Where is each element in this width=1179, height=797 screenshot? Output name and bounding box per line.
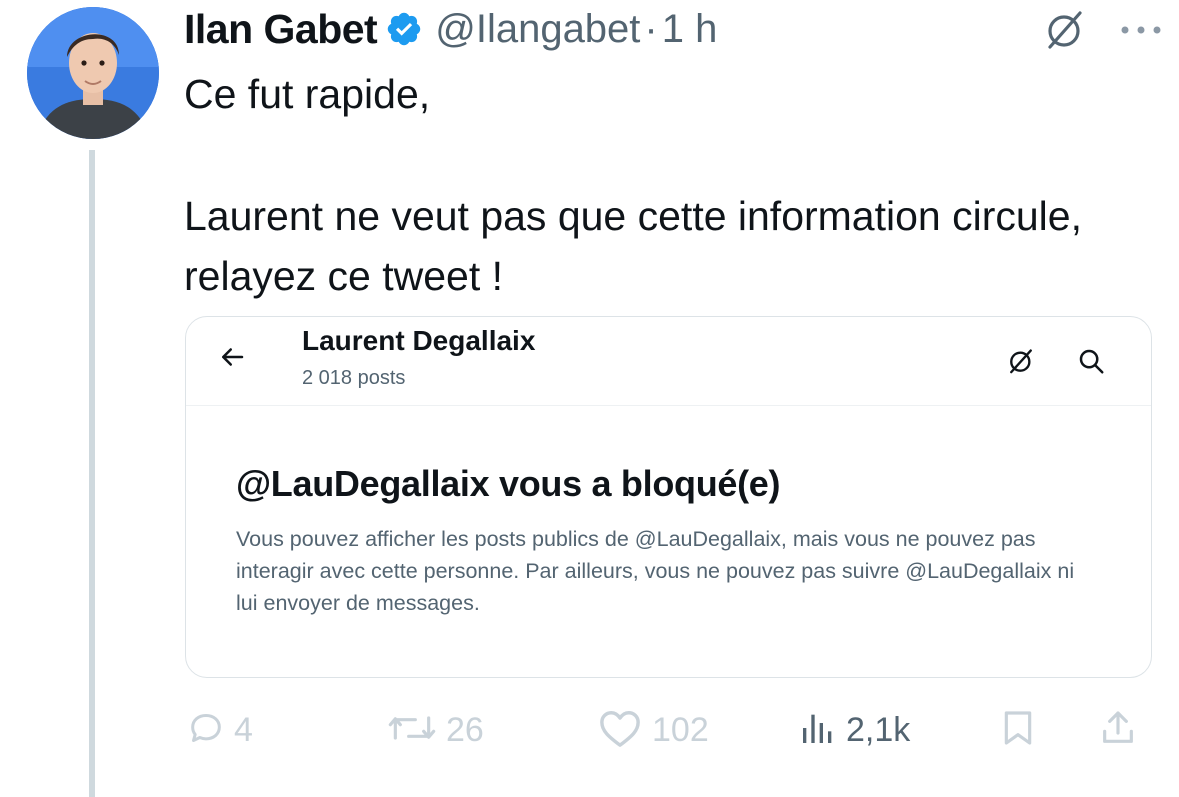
search-icon bbox=[1071, 341, 1111, 381]
retweet-button[interactable]: 26 bbox=[386, 700, 484, 760]
more-icon[interactable] bbox=[1117, 15, 1165, 45]
retweet-count: 26 bbox=[446, 710, 484, 749]
tweet-header: Ilan Gabet @Ilangabet · 1 h bbox=[184, 4, 717, 54]
reply-count: 4 bbox=[234, 710, 253, 749]
tweet-text: Ce fut rapide, Laurent ne veut pas que c… bbox=[184, 64, 1144, 306]
bookmark-button[interactable] bbox=[998, 700, 1038, 760]
retweet-icon bbox=[386, 708, 438, 753]
back-arrow-icon bbox=[214, 339, 250, 375]
embedded-profile-name: Laurent Degallaix bbox=[302, 325, 536, 356]
views-icon bbox=[798, 708, 838, 753]
author-name[interactable]: Ilan Gabet bbox=[184, 6, 378, 53]
share-icon bbox=[1098, 708, 1138, 753]
grok-icon bbox=[1001, 341, 1041, 381]
avatar-photo bbox=[27, 7, 159, 139]
reply-button[interactable]: 4 bbox=[186, 700, 253, 760]
author-avatar[interactable] bbox=[27, 7, 159, 139]
views-count: 2,1k bbox=[846, 710, 911, 749]
time-separator: · bbox=[644, 6, 658, 51]
embedded-image[interactable]: Laurent Degallaix 2 018 posts @LauDegall… bbox=[185, 316, 1152, 678]
like-button[interactable]: 102 bbox=[596, 700, 709, 760]
blocked-title: @LauDegallaix vous a bloqué(e) bbox=[236, 463, 781, 504]
tweet-text-line-2: Laurent ne veut pas que cette informatio… bbox=[184, 193, 1082, 299]
bookmark-icon bbox=[998, 708, 1038, 753]
tweet-text-line-1: Ce fut rapide, bbox=[184, 71, 431, 117]
action-bar: 4 26 102 2,1k bbox=[186, 700, 1146, 760]
share-button[interactable] bbox=[1098, 700, 1138, 760]
verified-badge-icon[interactable] bbox=[385, 10, 423, 48]
top-right-icons bbox=[1041, 6, 1165, 54]
thread-line bbox=[89, 150, 95, 797]
views-button[interactable]: 2,1k bbox=[798, 700, 910, 760]
tweet-time[interactable]: 1 h bbox=[662, 7, 718, 52]
like-icon bbox=[596, 707, 644, 754]
reply-icon bbox=[186, 708, 226, 753]
blocked-description: Vous pouvez afficher les posts publics d… bbox=[236, 527, 1075, 615]
embedded-profile-header: Laurent Degallaix 2 018 posts bbox=[186, 317, 1151, 406]
like-count: 102 bbox=[652, 710, 709, 749]
embedded-post-count: 2 018 posts bbox=[302, 367, 406, 389]
grok-icon[interactable] bbox=[1041, 6, 1089, 54]
author-handle[interactable]: @Ilangabet bbox=[435, 7, 640, 52]
